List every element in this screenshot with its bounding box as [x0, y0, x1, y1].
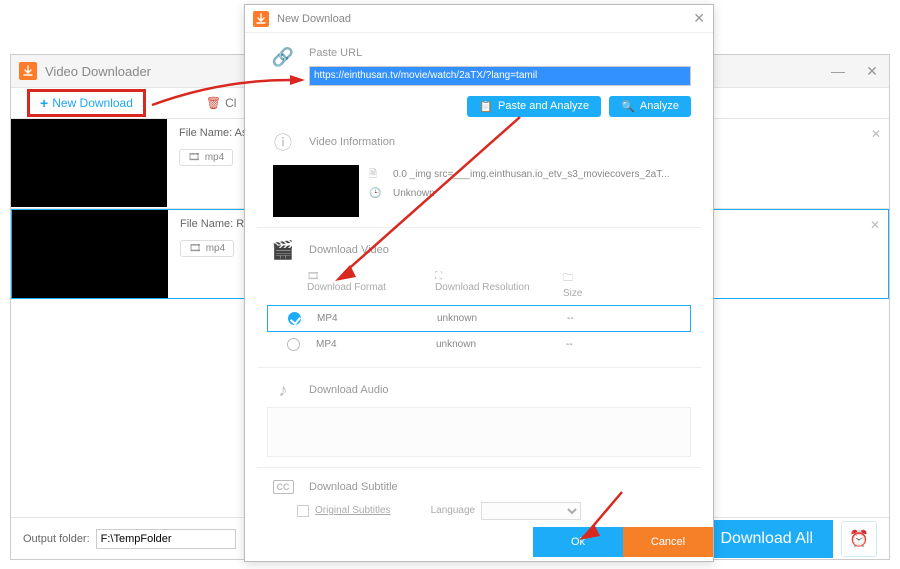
film-icon: 🎞	[188, 152, 201, 163]
url-input[interactable]	[309, 66, 691, 86]
row-close-icon[interactable]: ✕	[871, 127, 881, 141]
resolution-icon: ⛶	[435, 271, 555, 282]
trash-icon: 🗑	[206, 96, 221, 110]
download-video-label: Download Video	[309, 244, 389, 256]
new-download-button[interactable]: + New Download	[40, 95, 133, 111]
search-icon: 🔍	[621, 100, 635, 113]
new-download-highlight: + New Download	[27, 89, 146, 117]
output-folder-input[interactable]	[96, 529, 236, 549]
alarm-button[interactable]: ⏰	[841, 521, 877, 557]
language-select[interactable]	[481, 502, 581, 520]
video-icon: 🎬	[267, 240, 299, 261]
new-download-dialog: New Download ✕ 🔗 Paste URL 📋 Paste and A…	[244, 4, 714, 562]
format-row[interactable]: MP4 unknown --	[267, 332, 691, 357]
video-thumbnail	[11, 119, 167, 207]
info-icon: ⓘ	[267, 129, 299, 155]
document-icon: 🗎	[369, 165, 387, 184]
video-author: Unknown	[393, 184, 435, 203]
alarm-icon: ⏰	[849, 529, 869, 549]
dialog-logo-icon	[253, 11, 269, 27]
audio-icon: ♪	[267, 380, 299, 401]
video-info-thumbnail	[273, 165, 359, 217]
format-table-header: 🎞 Download Format ⛶ Download Resolution …	[267, 265, 691, 305]
clock-icon: 🕒	[369, 184, 387, 203]
analyze-button[interactable]: 🔍 Analyze	[609, 96, 691, 117]
format-icon: 🎞	[307, 271, 427, 282]
video-thumbnail	[12, 210, 168, 298]
paste-analyze-button[interactable]: 📋 Paste and Analyze	[467, 96, 601, 117]
cancel-button[interactable]: Cancel	[623, 527, 713, 557]
radio-selected-icon[interactable]	[288, 312, 301, 325]
toolbar-clear-button[interactable]: 🗑 Cl	[206, 96, 237, 110]
video-info-label: Video Information	[309, 136, 395, 148]
paste-url-label: Paste URL	[309, 47, 691, 59]
film-icon: 🎞	[189, 243, 202, 254]
output-folder-label: Output folder:	[23, 533, 90, 545]
language-label: Language	[431, 505, 476, 516]
audio-list-empty	[267, 407, 691, 457]
url-icon: 🔗	[267, 47, 299, 68]
plus-icon: +	[40, 95, 48, 111]
download-subtitle-label: Download Subtitle	[309, 481, 398, 493]
dialog-titlebar: New Download ✕	[245, 5, 713, 33]
download-all-button[interactable]: Download All	[701, 520, 834, 558]
dialog-footer: Ok Cancel	[245, 527, 713, 557]
ok-button[interactable]: Ok	[533, 527, 623, 557]
app-logo-icon	[19, 62, 37, 80]
size-icon: 🗀	[563, 271, 683, 288]
video-title: 0.0 _img src=___img.einthusan.io_etv_s3_…	[393, 165, 670, 184]
download-audio-label: Download Audio	[309, 384, 389, 396]
original-subtitles-checkbox[interactable]	[297, 505, 309, 517]
row-close-icon[interactable]: ✕	[870, 218, 880, 232]
close-icon[interactable]: ✕	[863, 63, 881, 80]
new-download-label: New Download	[52, 96, 133, 110]
dialog-title: New Download	[277, 13, 693, 25]
dialog-close-icon[interactable]: ✕	[693, 10, 705, 27]
format-pill[interactable]: 🎞 mp4	[179, 149, 233, 166]
format-pill[interactable]: 🎞 mp4	[180, 240, 234, 257]
paste-icon: 📋	[479, 100, 493, 113]
original-subtitles-label: Original Subtitles	[315, 505, 391, 516]
minimize-icon[interactable]: —	[829, 63, 847, 80]
format-row[interactable]: MP4 unknown --	[267, 305, 691, 332]
radio-icon[interactable]	[287, 338, 300, 351]
cc-icon: CC	[273, 480, 294, 494]
